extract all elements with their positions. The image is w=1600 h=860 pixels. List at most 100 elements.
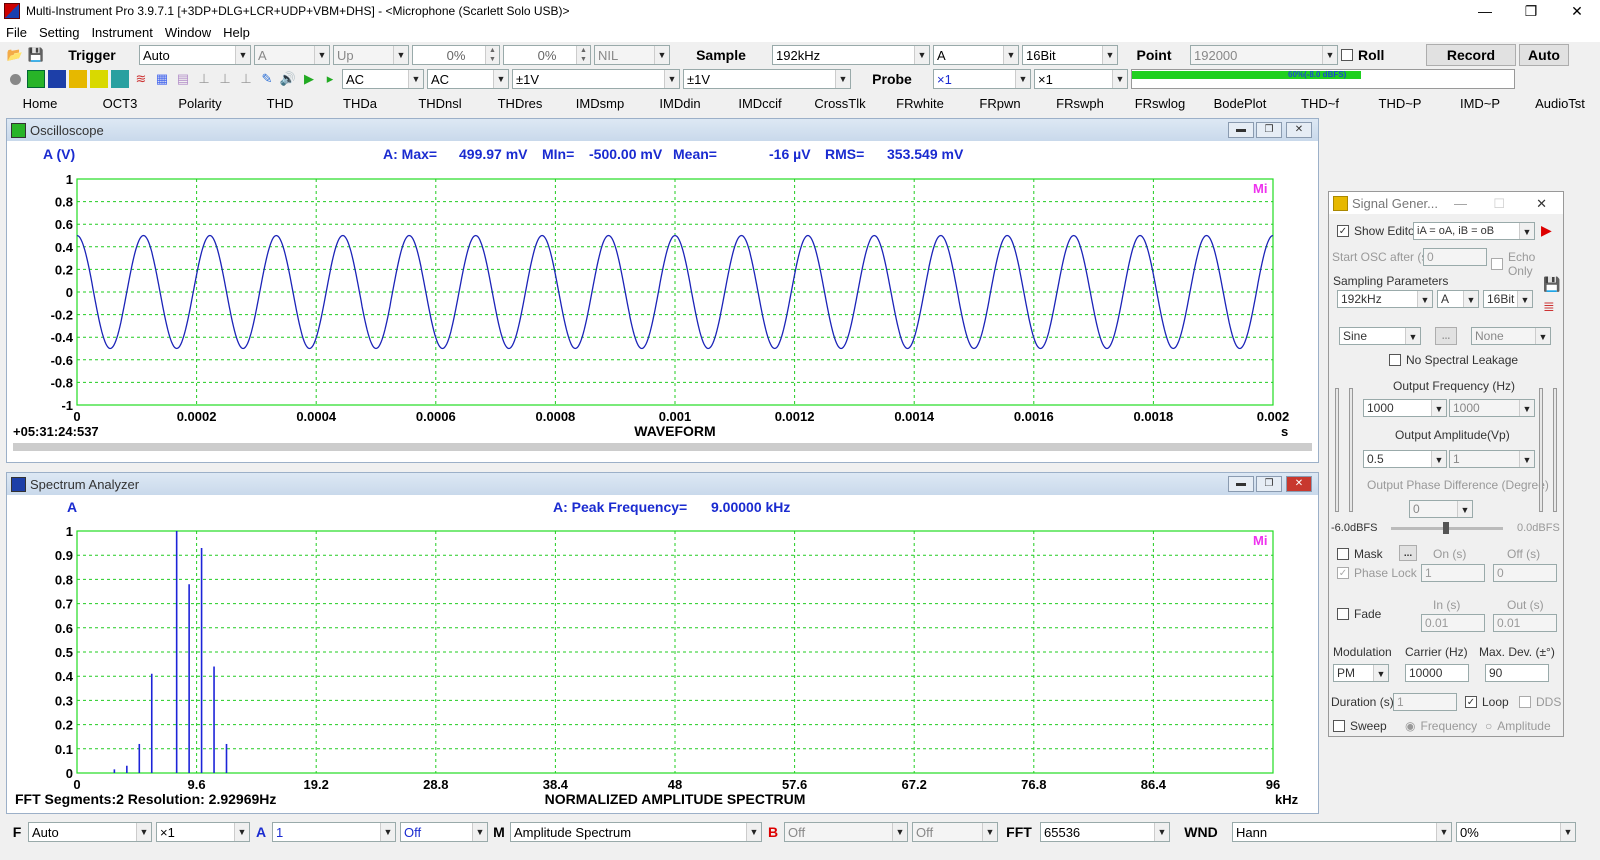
tab-imdccif[interactable]: IMDccif: [720, 96, 800, 111]
phase-plot-icon[interactable]: [90, 70, 108, 88]
tab-bodeplot[interactable]: BodePlot: [1200, 96, 1280, 111]
range-a-select[interactable]: ±1V ▼: [512, 69, 680, 89]
ddc-icon[interactable]: ▤: [174, 70, 192, 88]
max-deviation-field[interactable]: 90: [1485, 664, 1549, 682]
channel-b-off-select[interactable]: Off ▼: [912, 822, 998, 842]
sample-rate-select[interactable]: 192kHz ▼: [772, 45, 930, 65]
fade-in-field[interactable]: 0.01: [1421, 614, 1485, 632]
off-seconds-field[interactable]: 0: [1493, 564, 1557, 582]
fade-out-field[interactable]: 0.01: [1493, 614, 1557, 632]
phase-difference-select[interactable]: 0 ▼: [1409, 500, 1473, 518]
oscilloscope-chart[interactable]: A (V) A: Max= 499.97 mV MIn= -500.00 mV Mean=…: [7, 141, 1318, 462]
frequency-a-select[interactable]: 1000 ▼: [1363, 399, 1447, 417]
menu-help[interactable]: Help: [217, 25, 256, 40]
spec-restore-button[interactable]: ❐: [1256, 476, 1282, 492]
fade-checkbox[interactable]: Fade: [1337, 607, 1381, 621]
siggen-rate-select[interactable]: 192kHz ▼: [1337, 290, 1433, 308]
coupling-b-select[interactable]: AC ▼: [427, 69, 509, 89]
roll-checkbox[interactable]: Roll: [1341, 47, 1423, 63]
save-icon[interactable]: 💾: [27, 46, 45, 64]
tab-thdf[interactable]: THD~f: [1280, 96, 1360, 111]
duration-field[interactable]: 1: [1393, 693, 1457, 711]
start-osc-field[interactable]: 0: [1423, 248, 1487, 266]
record-button[interactable]: Record: [1426, 44, 1516, 66]
sweep-amplitude-radio[interactable]: ○ Amplitude: [1485, 719, 1551, 733]
tab-thdres[interactable]: THDres: [480, 96, 560, 111]
trigger-channel-select[interactable]: A ▼: [254, 45, 330, 65]
fft-size-select[interactable]: 65536 ▼: [1040, 822, 1170, 842]
overlap-select[interactable]: 0% ▼: [1456, 822, 1576, 842]
trigger-mode-select[interactable]: Auto ▼: [139, 45, 251, 65]
probe-b-select[interactable]: ×1 ▼: [1034, 69, 1128, 89]
dbfs-slider[interactable]: [1391, 522, 1503, 534]
spec-minimize-button[interactable]: ▬: [1228, 476, 1254, 492]
no-spectral-leakage-checkbox[interactable]: No Spectral Leakage: [1389, 353, 1518, 367]
waveform-select[interactable]: Sine ▼: [1339, 327, 1421, 345]
show-editor-checkbox[interactable]: ✓ Show Editor: [1337, 224, 1419, 238]
open-folder-icon[interactable]: 📂: [6, 46, 24, 64]
spec-close-button[interactable]: ✕: [1286, 476, 1312, 492]
tab-thdnsl[interactable]: THDnsl: [400, 96, 480, 111]
none-select[interactable]: None ▼: [1471, 327, 1551, 345]
on-seconds-field[interactable]: 1: [1421, 564, 1485, 582]
level-slider-b[interactable]: [1539, 388, 1543, 512]
siggen-wave-icon[interactable]: ≣: [1543, 298, 1555, 315]
tab-thda[interactable]: THDa: [320, 96, 400, 111]
amplitude-b-select[interactable]: 1 ▼: [1449, 450, 1535, 468]
menu-file[interactable]: File: [0, 25, 33, 40]
osc-restore-button[interactable]: ❐: [1256, 122, 1282, 138]
sweep-checkbox[interactable]: Sweep: [1333, 719, 1387, 733]
menu-setting[interactable]: Setting: [33, 25, 85, 40]
tab-thdp[interactable]: THD~P: [1360, 96, 1440, 111]
speaker-icon[interactable]: 🔊: [279, 70, 297, 88]
window-function-select[interactable]: Hann ▼: [1232, 822, 1452, 842]
multimeter-icon[interactable]: [69, 70, 87, 88]
tab-frwhite[interactable]: FRwhite: [880, 96, 960, 111]
sweep-frequency-radio[interactable]: ◉ Frequency: [1405, 719, 1477, 733]
channel-b-select[interactable]: Off ▼: [784, 822, 908, 842]
fft-mult-select[interactable]: ×1 ▼: [156, 822, 250, 842]
osc-close-button[interactable]: ✕: [1286, 122, 1312, 138]
tab-imdsmp[interactable]: IMDsmp: [560, 96, 640, 111]
dds-checkbox[interactable]: DDS: [1519, 695, 1561, 709]
data-logger-icon[interactable]: [111, 70, 129, 88]
trigger-level-spinner[interactable]: 0% ▲ ▼: [412, 45, 500, 65]
tab-imdp[interactable]: IMD~P: [1440, 96, 1520, 111]
siggen-bits-select[interactable]: 16Bit ▼: [1483, 290, 1533, 308]
play-icon[interactable]: ▶: [300, 70, 318, 88]
ddp-icon[interactable]: ▦: [153, 70, 171, 88]
spectrum-chart[interactable]: A A: Peak Frequency= 9.00000 kHz 0 9.6 19.2 28…: [7, 495, 1318, 813]
tab-oct3[interactable]: OCT3: [80, 96, 160, 111]
tools-icon[interactable]: ✎: [258, 70, 276, 88]
calibrate-a-icon[interactable]: ⊥: [216, 70, 234, 88]
calibrate-icon[interactable]: ⊥: [195, 70, 213, 88]
tab-frswlog[interactable]: FRswlog: [1120, 96, 1200, 111]
fft-mode-select[interactable]: Auto ▼: [28, 822, 152, 842]
nil-select[interactable]: NIL ▼: [594, 45, 670, 65]
measurement-select[interactable]: Amplitude Spectrum ▼: [510, 822, 762, 842]
tab-crosstlk[interactable]: CrossTlk: [800, 96, 880, 111]
minimize-button[interactable]: —: [1462, 3, 1508, 19]
siggen-close-button[interactable]: ✕: [1536, 196, 1547, 212]
bit-depth-select[interactable]: 16Bit ▼: [1022, 45, 1118, 65]
siggen-minimize-button[interactable]: —: [1454, 196, 1467, 211]
amplitude-a-select[interactable]: 0.5 ▼: [1363, 450, 1447, 468]
channel-a-select[interactable]: 1 ▼: [272, 822, 396, 842]
range-b-select[interactable]: ±1V ▼: [683, 69, 851, 89]
tab-polarity[interactable]: Polarity: [160, 96, 240, 111]
restore-button[interactable]: ❐: [1508, 3, 1554, 20]
osc-minimize-button[interactable]: ▬: [1228, 122, 1254, 138]
siggen-channel-select[interactable]: A ▼: [1437, 290, 1479, 308]
level-slider-a2[interactable]: [1349, 388, 1353, 512]
coupling-a-select[interactable]: AC ▼: [342, 69, 424, 89]
frequency-b-select[interactable]: 1000 ▼: [1449, 399, 1535, 417]
trigger-edge-select[interactable]: Up ▼: [333, 45, 409, 65]
probe-a-select[interactable]: ×1 ▼: [933, 69, 1031, 89]
oscilloscope-icon[interactable]: [27, 70, 45, 88]
sample-channel-select[interactable]: A ▼: [933, 45, 1019, 65]
points-select[interactable]: 192000 ▼: [1190, 45, 1338, 65]
play-generator-icon[interactable]: ▶: [1541, 222, 1552, 239]
loop-checkbox[interactable]: ✓ Loop: [1465, 695, 1509, 709]
expression-select[interactable]: iA = oA, iB = oB ▼: [1413, 222, 1535, 240]
play-step-icon[interactable]: ▸: [321, 70, 339, 88]
